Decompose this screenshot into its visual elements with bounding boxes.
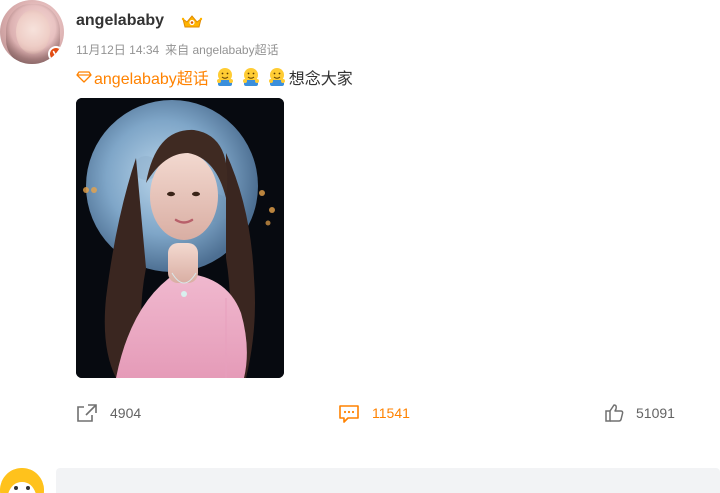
like-count: 51091 <box>636 405 675 421</box>
username[interactable]: angelababy <box>76 12 164 30</box>
comment-button[interactable]: 11541 <box>338 403 410 423</box>
hug-emoji-icon <box>242 68 259 86</box>
verified-badge-icon <box>48 46 64 62</box>
hug-emoji-icon <box>268 68 285 86</box>
post-text: 想念大家 <box>288 71 353 88</box>
user-avatar-icon <box>0 468 44 493</box>
hug-emoji-icon <box>216 68 233 86</box>
diamond-topic-icon <box>76 71 92 83</box>
post-source[interactable]: 来自 angelababy超话 <box>165 43 278 57</box>
avatar[interactable] <box>0 0 64 64</box>
post-timestamp[interactable]: 11月12日 14:34 <box>76 43 159 57</box>
like-icon <box>605 404 624 422</box>
photo-illustration <box>76 98 284 378</box>
topic-link-label: angelababy超话 <box>94 71 209 88</box>
comment-icon <box>339 405 359 423</box>
topic-link[interactable]: angelababy超话 <box>76 65 209 89</box>
repost-icon <box>77 404 97 422</box>
post-photo[interactable] <box>76 98 284 378</box>
post-meta: 11月12日 14:34 来自 angelababy超话 <box>76 41 279 58</box>
comment-input[interactable] <box>56 468 720 493</box>
post-content: angelababy超话 想念大家 <box>76 66 353 88</box>
repost-count: 4904 <box>110 405 142 421</box>
crown-icon[interactable] <box>181 13 203 29</box>
like-button[interactable]: 51091 <box>604 403 675 423</box>
weibo-post: angelababy 11月12日 14:34 来自 angelababy超话 a… <box>0 0 720 493</box>
comment-count: 11541 <box>372 405 410 421</box>
repost-button[interactable]: 4904 <box>76 403 141 423</box>
comment-avatar[interactable] <box>0 468 44 493</box>
